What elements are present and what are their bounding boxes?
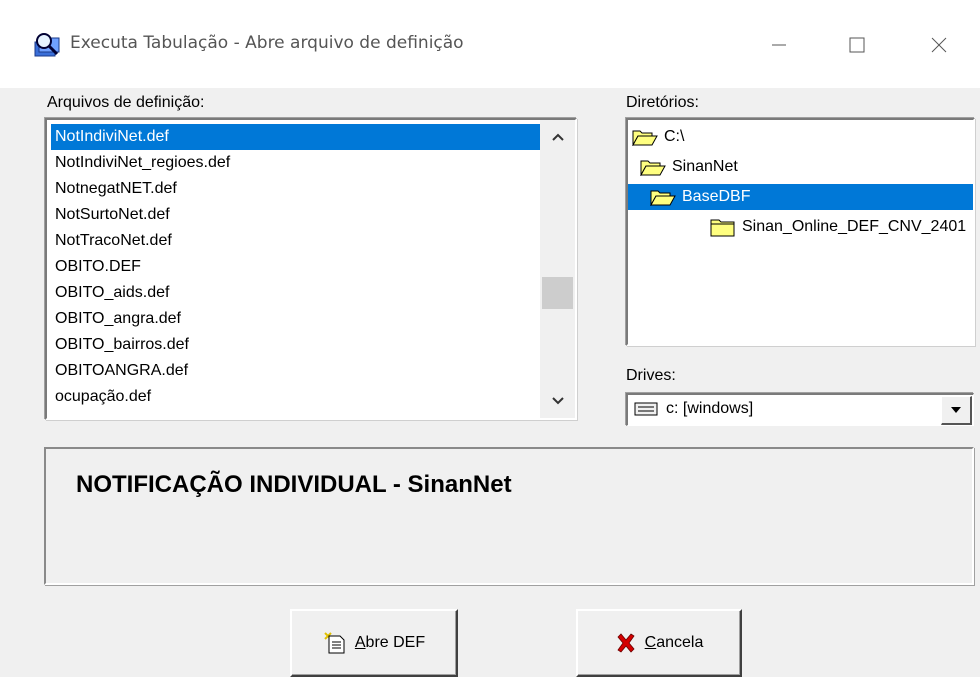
directory-item-label: SinanNet [672,158,738,175]
scroll-down-arrow[interactable] [540,386,575,416]
cancel-x-icon [615,632,637,654]
file-list-scrollbar[interactable] [540,120,575,418]
directory-item[interactable]: SinanNet [628,154,973,180]
open-def-label: Abre DEF [354,634,426,651]
drive-select[interactable]: c: [windows] [626,393,974,426]
file-list-item[interactable]: OBITOANGRA.def [51,358,541,384]
file-list-item[interactable]: NotTracoNet.def [51,228,541,254]
directory-item-label: C:\ [664,128,685,145]
directory-listbox[interactable]: C:\ SinanNet BaseDBF Sinan_Online_DEF_CNV_2… [626,118,975,346]
open-document-icon [323,631,347,655]
file-list-item[interactable]: NotSurtoNet.def [51,202,541,228]
directory-item[interactable]: C:\ [628,124,973,150]
file-list-item[interactable]: NotnegatNET.def [51,176,541,202]
open-def-button[interactable]: Abre DEF [290,609,458,677]
file-list-item[interactable]: ocupação.def [51,384,541,410]
cancel-button[interactable]: Cancela [576,609,742,677]
drive-value: c: [windows] [666,400,754,417]
directory-item-label: Sinan_Online_DEF_CNV_2401 [742,218,967,235]
directories-label: Diretórios: [626,94,699,111]
open-folder-icon [640,158,666,176]
cancel-label: Cancela [644,634,704,651]
file-listbox[interactable]: NotIndiviNet.def NotIndiviNet_regioes.def… [45,118,577,420]
drives-label: Drives: [626,367,676,384]
file-list-item[interactable]: OBITO_bairros.def [51,332,541,358]
minimize-button[interactable] [756,22,802,68]
directory-item[interactable]: Sinan_Online_DEF_CNV_2401 [628,214,973,240]
drive-icon [634,402,658,421]
file-list-item[interactable]: NotIndiviNet_regioes.def [51,150,541,176]
window-title: Executa Tabulação - Abre arquivo de defi… [70,33,464,53]
files-label: Arquivos de definição: [47,94,205,111]
title-bar[interactable]: Executa Tabulação - Abre arquivo de defi… [0,0,980,88]
description-panel: NOTIFICAÇÃO INDIVIDUAL - SinanNet [44,447,974,585]
folder-icon [710,217,736,237]
file-list-item[interactable]: NotIndiviNet.def [51,124,541,150]
maximize-button[interactable] [834,22,880,68]
scroll-up-arrow[interactable] [540,122,575,152]
file-list-item[interactable]: OBITO_angra.def [51,306,541,332]
directory-item-label: BaseDBF [682,188,751,205]
description-text: NOTIFICAÇÃO INDIVIDUAL - SinanNet [76,471,512,498]
file-list-item[interactable]: OBITO.DEF [51,254,541,280]
open-folder-icon [632,128,658,146]
file-list-item[interactable]: OBITO_aids.def [51,280,541,306]
dialog-window: Executa Tabulação - Abre arquivo de defi… [0,0,980,677]
directory-item[interactable]: BaseDBF [628,184,973,210]
close-button[interactable] [916,22,962,68]
open-folder-icon [650,188,676,206]
dropdown-arrow-icon[interactable] [941,396,972,425]
scroll-thumb[interactable] [542,277,573,309]
magnifier-app-icon [33,30,63,60]
